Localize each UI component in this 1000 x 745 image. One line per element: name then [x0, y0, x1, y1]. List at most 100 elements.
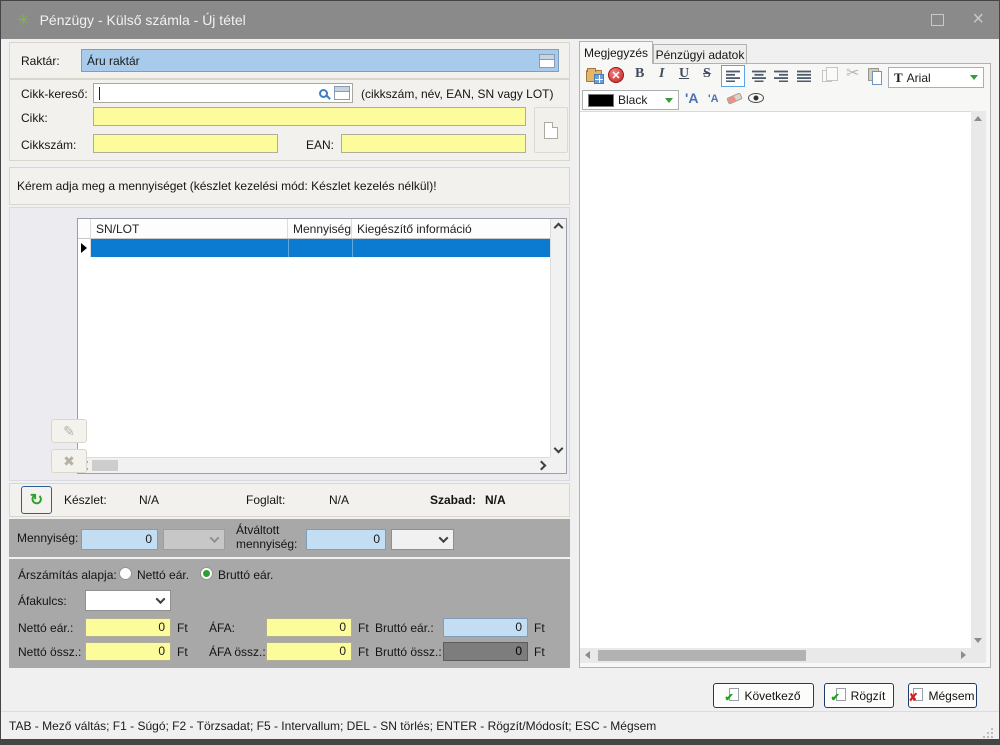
tab-penzugyi-adatok[interactable]: Pénzügyi adatok: [653, 44, 747, 64]
table-vertical-scrollbar[interactable]: [550, 219, 566, 457]
align-justify-button[interactable]: [797, 70, 811, 82]
preview-button[interactable]: [748, 93, 764, 103]
cut-button[interactable]: ✂: [846, 63, 859, 83]
font-icon: T: [894, 69, 903, 85]
scrollbar-corner: [550, 457, 566, 473]
cancel-button[interactable]: ✘ Mégsem: [908, 683, 977, 708]
brutto-radio-label[interactable]: Bruttó eár.: [218, 568, 273, 582]
search-icon[interactable]: [319, 88, 328, 98]
item-name-field[interactable]: [93, 107, 526, 126]
quantity-unit-select: [163, 529, 225, 550]
window-title: Pénzügy - Külső számla - Új tétel: [39, 12, 246, 28]
pencil-icon: ✎: [63, 422, 75, 439]
underline-button[interactable]: U: [679, 66, 689, 82]
warehouse-combobox[interactable]: Áru raktár: [81, 49, 559, 72]
font-family-select[interactable]: T Arial: [888, 67, 984, 88]
brutto-radio[interactable]: [200, 567, 213, 580]
align-right-icon: [774, 70, 788, 82]
scrollbar-thumb[interactable]: [92, 460, 118, 471]
insert-object-icon[interactable]: [586, 68, 604, 84]
cancel-button-label: Mégsem: [928, 688, 975, 703]
quantity-input[interactable]: 0: [81, 529, 158, 550]
scroll-up-icon[interactable]: [974, 116, 982, 121]
decrease-font-button[interactable]: 'A: [708, 93, 719, 105]
converted-quantity-input[interactable]: 0: [306, 529, 386, 550]
align-left-button[interactable]: [721, 65, 745, 87]
net-total-label: Nettó össz.:: [18, 645, 82, 659]
item-search-hint: (cikkszám, név, EAN, SN vagy LOT): [361, 87, 554, 101]
netto-radio[interactable]: [119, 567, 132, 580]
snlot-table: SN/LOT Mennyiség Kiegészítő információ: [77, 218, 567, 474]
dropdown-arrow-icon: [665, 97, 673, 103]
vat-rate-label: Áfakulcs:: [18, 594, 67, 608]
erase-format-button[interactable]: [726, 92, 743, 105]
doc-check-icon: ✔: [831, 688, 846, 704]
window-bottom-edge: [1, 739, 999, 744]
column-header-snlot[interactable]: SN/LOT: [91, 219, 288, 238]
scroll-left-icon[interactable]: [585, 651, 590, 659]
edit-row-button[interactable]: ✎: [51, 419, 87, 443]
vat-input[interactable]: 0: [266, 618, 352, 637]
scroll-right-icon[interactable]: [536, 460, 547, 471]
italic-button[interactable]: I: [659, 66, 664, 82]
warehouse-value: Áru raktár: [87, 53, 140, 68]
net-total-input[interactable]: 0: [85, 642, 171, 661]
scrollbar-corner: [971, 648, 986, 663]
scroll-right-icon[interactable]: [961, 651, 966, 659]
editor-vertical-scrollbar[interactable]: [971, 111, 986, 648]
app-icon: ✳: [17, 12, 30, 29]
column-header-kiegeszito[interactable]: Kiegészítő információ: [352, 219, 550, 238]
close-button[interactable]: ×: [972, 6, 984, 32]
app-window: ✳ Pénzügy - Külső számla - Új tétel × Ra…: [0, 0, 1000, 745]
reserved-label: Foglalt:: [246, 493, 286, 507]
next-button-label: Következő: [744, 688, 801, 703]
item-search-label: Cikk-kereső:: [21, 87, 88, 101]
copy-button[interactable]: [822, 67, 838, 82]
form-window-icon[interactable]: [539, 53, 555, 68]
vat-total-input[interactable]: 0: [266, 642, 352, 661]
new-item-button[interactable]: [534, 107, 568, 153]
table-header: SN/LOT Mennyiség Kiegészítő információ: [78, 219, 566, 239]
increase-font-button[interactable]: 'A: [685, 90, 698, 106]
delete-row-button[interactable]: ✖: [51, 449, 87, 473]
item-search-input[interactable]: [93, 83, 353, 103]
stock-value: N/A: [139, 493, 160, 507]
warehouse-label: Raktár:: [21, 54, 60, 68]
vat-rate-select[interactable]: [85, 590, 171, 611]
copy-icon: [822, 67, 838, 82]
scroll-up-icon[interactable]: [553, 222, 564, 233]
quantity-label: Mennyiség:: [17, 531, 79, 545]
scroll-down-icon[interactable]: [553, 443, 564, 454]
note-textarea[interactable]: [580, 111, 971, 648]
netto-radio-label[interactable]: Nettó eár.: [137, 568, 189, 582]
bold-button[interactable]: B: [635, 66, 644, 82]
clear-note-button[interactable]: ✕: [608, 67, 624, 83]
free-label: Szabad:: [430, 493, 477, 507]
editor-horizontal-scrollbar[interactable]: [580, 648, 971, 663]
column-header-mennyiseg[interactable]: Mennyiség: [288, 219, 352, 238]
tab-megjegyzes[interactable]: Megjegyzés: [579, 41, 653, 64]
item-number-field[interactable]: [93, 134, 278, 153]
converted-unit-select[interactable]: [391, 529, 454, 550]
selected-table-row[interactable]: [91, 239, 550, 257]
next-button[interactable]: ✔ Következő: [713, 683, 814, 708]
align-center-button[interactable]: [752, 70, 766, 82]
strikethrough-button[interactable]: S: [703, 66, 711, 82]
scrollbar-thumb[interactable]: [598, 650, 806, 661]
table-horizontal-scrollbar[interactable]: [78, 457, 550, 473]
resize-grip-icon[interactable]: [983, 728, 985, 730]
lookup-window-icon[interactable]: [334, 86, 350, 100]
color-swatch: [588, 93, 614, 107]
maximize-button[interactable]: [931, 14, 944, 26]
refresh-stock-button[interactable]: ↻: [21, 486, 52, 514]
save-button-label: Rögzít: [850, 688, 886, 703]
align-right-button[interactable]: [774, 70, 788, 82]
ean-field[interactable]: [341, 134, 526, 153]
font-color-select[interactable]: Black: [582, 90, 679, 110]
save-button[interactable]: ✔ Rögzít: [824, 683, 894, 708]
paste-button[interactable]: [868, 68, 882, 85]
unit-ft: Ft: [177, 621, 188, 635]
scroll-down-icon[interactable]: [974, 638, 982, 643]
net-unitprice-input[interactable]: 0: [85, 618, 171, 637]
gross-unitprice-input[interactable]: 0: [443, 618, 528, 637]
